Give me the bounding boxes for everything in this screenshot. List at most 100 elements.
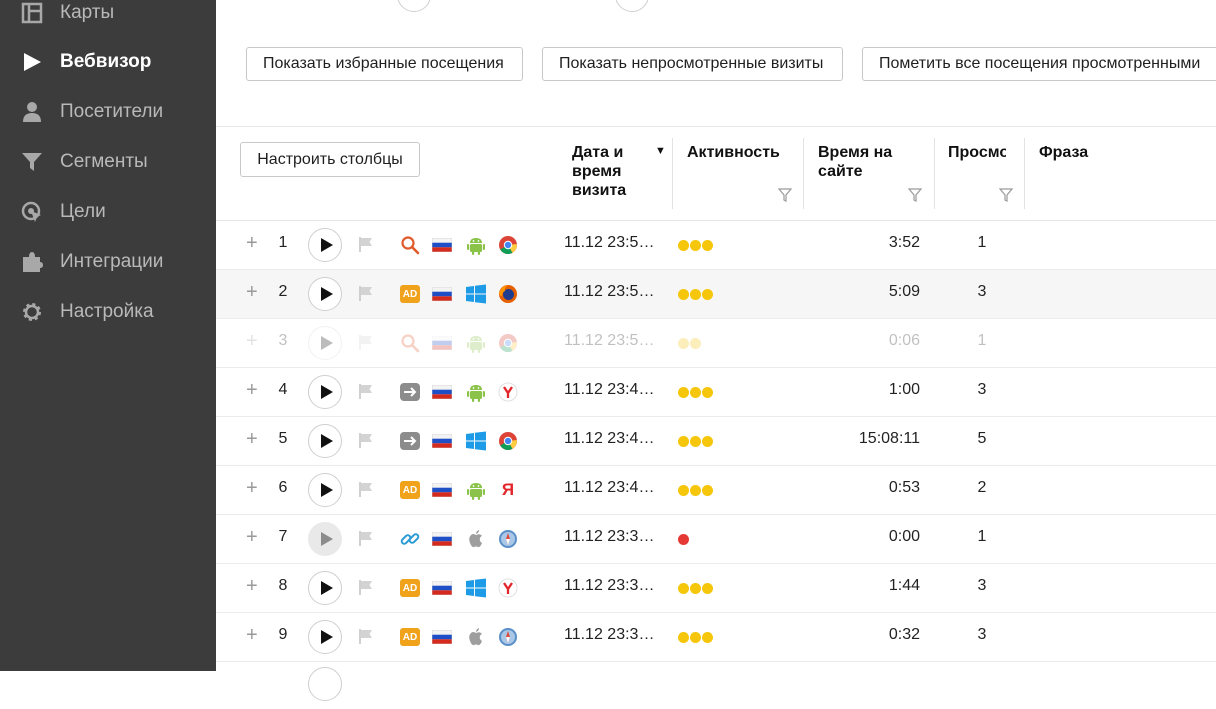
play-recording-button[interactable] [308,375,342,409]
activity-indicator [678,485,713,496]
activity-dot [678,338,689,349]
play-recording-button[interactable] [308,473,342,507]
column-header-phrase[interactable]: Фраза [1039,143,1119,163]
windows-icon [466,578,486,598]
divider [216,126,1216,127]
table-row[interactable]: + 4 11.12 23:4… 1:00 3 [216,368,1216,417]
expand-row-button[interactable]: + [246,331,258,351]
flag-icon[interactable] [358,285,374,306]
chrome-icon [498,333,518,353]
mark-all-viewed-button[interactable]: Пометить все посещения просмотренными [862,47,1216,81]
play-recording-button[interactable] [308,277,342,311]
column-header-time-on-site[interactable]: Время на сайте [818,143,904,183]
russia-flag-icon [431,431,453,451]
column-filter-icon[interactable] [908,188,922,202]
flag-icon[interactable] [358,383,374,404]
column-header-date[interactable]: Дата и время визита [572,143,654,203]
sidebar-item-goals[interactable]: Цели [0,187,216,237]
play-recording-button[interactable] [308,326,342,360]
expand-row-button[interactable]: + [246,478,258,498]
table-row[interactable]: + 8 AD 11.12 23:3… 1:44 3 [216,564,1216,613]
top-toggle-right[interactable] [615,0,649,12]
activity-dot [702,632,713,643]
visit-date: 11.12 23:4… [564,479,655,496]
flag-icon[interactable] [358,628,374,649]
time-on-site: 0:53 [888,479,920,496]
table-row[interactable]: + 9 AD 11.12 23:3… 0:32 3 [216,613,1216,662]
column-separator [672,138,673,209]
visit-date: 11.12 23:3… [564,577,655,594]
map-icon [20,1,44,25]
play-recording-button[interactable] [308,424,342,458]
flag-icon[interactable] [358,530,374,551]
play-recording-button[interactable] [308,571,342,605]
sidebar-item-webvisor[interactable]: Вебвизор [0,37,216,87]
configure-columns-button[interactable]: Настроить столбцы [240,142,420,177]
activity-dot [690,485,701,496]
table-row[interactable]: + 1 11.12 23:5… 3:52 1 [216,221,1216,270]
views-count: 3 [977,626,987,643]
activity-dot [690,632,701,643]
expand-row-button[interactable]: + [246,527,258,547]
activity-indicator [678,338,701,349]
show-unviewed-button[interactable]: Показать непросмотренные визиты [542,47,843,81]
column-header-views[interactable]: Просмотры [948,143,1006,163]
play-icon [321,532,333,546]
sidebar-item-settings[interactable]: Настройка [0,287,216,337]
activity-dot [690,338,701,349]
column-header-activity[interactable]: Активность [687,143,797,163]
yandex-icon: Я [501,480,515,499]
table-row[interactable]: + 2 AD 11.12 23:5… 5:09 3 [216,270,1216,319]
flag-icon[interactable] [358,236,374,257]
play-recording-button[interactable] [308,620,342,654]
activity-dot [690,436,701,447]
expand-row-button[interactable]: + [246,282,258,302]
visit-date: 11.12 23:4… [564,381,655,398]
sort-desc-icon[interactable]: ▼ [655,145,666,157]
yandex-browser-icon [498,578,518,598]
row-number: 4 [278,381,288,398]
table-row[interactable]: + 3 11.12 23:5… 0:06 1 [216,319,1216,368]
play-recording-button[interactable] [308,522,342,556]
visit-date: 11.12 23:4… [564,430,655,447]
activity-dot [702,387,713,398]
expand-row-button[interactable]: + [246,429,258,449]
chrome-icon [498,431,518,451]
russia-flag-icon [431,382,453,402]
flag-icon[interactable] [358,481,374,502]
activity-dot [678,534,689,545]
flag-icon[interactable] [358,432,374,453]
time-on-site: 0:32 [888,626,920,643]
sidebar-item-segments[interactable]: Сегменты [0,137,216,187]
expand-row-button[interactable]: + [246,233,258,253]
views-count: 3 [977,577,987,594]
activity-dot [678,485,689,496]
expand-row-button[interactable]: + [246,625,258,645]
apple-icon [466,529,486,549]
play-icon [321,287,333,301]
table-row[interactable]: + 6 AD Я 11.12 23:4… 0:53 2 [216,466,1216,515]
play-button[interactable] [308,667,342,701]
flag-icon[interactable] [358,334,374,355]
activity-indicator [678,436,713,447]
column-filter-icon[interactable] [999,188,1013,202]
top-toggle-left[interactable] [397,0,431,12]
table-row[interactable]: + 7 11.12 23:3… 0:00 1 [216,515,1216,564]
sidebar-item-integrations[interactable]: Интеграции [0,237,216,287]
activity-dot [702,583,713,594]
flag-icon[interactable] [358,579,374,600]
row-number: 1 [278,234,288,251]
activity-dot [690,583,701,594]
android-icon [466,333,486,353]
sidebar-item-visitors[interactable]: Посетители [0,87,216,137]
row-number: 5 [278,430,288,447]
time-on-site: 15:08:11 [858,430,920,447]
table-row[interactable]: + 5 11.12 23:4… 15:08:11 5 [216,417,1216,466]
expand-row-button[interactable]: + [246,380,258,400]
play-recording-button[interactable] [308,228,342,262]
show-favorites-button[interactable]: Показать избранные посещения [246,47,523,81]
sidebar-item-maps[interactable]: Карты [0,0,216,38]
activity-dot [678,436,689,447]
expand-row-button[interactable]: + [246,576,258,596]
column-filter-icon[interactable] [778,188,792,202]
